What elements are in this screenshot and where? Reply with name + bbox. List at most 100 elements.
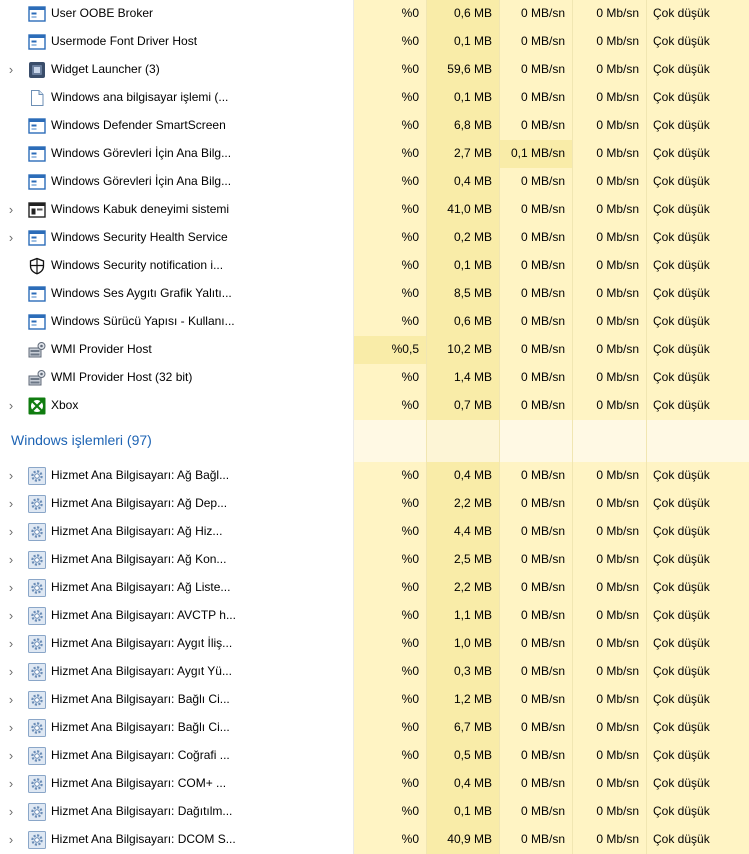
- power-usage-value: Çok düşük: [647, 84, 749, 112]
- process-name-cell[interactable]: › Hizmet Ana Bilgisayarı: AVCTP h...: [0, 602, 354, 630]
- process-row[interactable]: › Hizmet Ana Bilgisayarı: DCOM S... %0 40,9…: [0, 826, 749, 854]
- process-name-cell[interactable]: Windows Görevleri İçin Ana Bilg...: [0, 168, 354, 196]
- process-name-cell[interactable]: › Hizmet Ana Bilgisayarı: Ağ Hiz...: [0, 518, 354, 546]
- process-row[interactable]: › Hizmet Ana Bilgisayarı: Dağıtılm... %0 0,…: [0, 798, 749, 826]
- process-name-cell[interactable]: › Hizmet Ana Bilgisayarı: Aygıt İliş...: [0, 630, 354, 658]
- process-name-cell[interactable]: User OOBE Broker: [0, 0, 354, 28]
- process-row[interactable]: › Hizmet Ana Bilgisayarı: Coğrafi ... %0 0,…: [0, 742, 749, 770]
- chevron-right-icon[interactable]: ›: [5, 721, 17, 735]
- process-name-cell[interactable]: › Hizmet Ana Bilgisayarı: Ağ Kon...: [0, 546, 354, 574]
- process-name: Windows ana bilgisayar işlemi (...: [51, 90, 229, 104]
- process-name-cell[interactable]: › Widget Launcher (3): [0, 56, 354, 84]
- chevron-right-icon[interactable]: ›: [5, 525, 17, 539]
- network-value: 0 Mb/sn: [573, 280, 647, 308]
- chevron-right-icon[interactable]: ›: [5, 469, 17, 483]
- process-name-cell[interactable]: › Hizmet Ana Bilgisayarı: Ağ Liste...: [0, 574, 354, 602]
- group-name-cell[interactable]: Windows işlemleri (97): [0, 420, 354, 462]
- process-name-cell[interactable]: › Hizmet Ana Bilgisayarı: Dağıtılm...: [0, 798, 354, 826]
- process-row[interactable]: › Windows Security Health Service %0 0,2 MB…: [0, 224, 749, 252]
- process-row[interactable]: WMI Provider Host (32 bit) %0 1,4 MB 0 MB/s…: [0, 364, 749, 392]
- chevron-right-icon[interactable]: ›: [5, 637, 17, 651]
- process-row[interactable]: › Hizmet Ana Bilgisayarı: Bağlı Ci... %0 1,…: [0, 686, 749, 714]
- chevron-right-icon[interactable]: ›: [5, 749, 17, 763]
- process-row[interactable]: › Hizmet Ana Bilgisayarı: COM+ ... %0 0,4 M…: [0, 770, 749, 798]
- chevron-right-icon[interactable]: ›: [5, 581, 17, 595]
- process-row[interactable]: User OOBE Broker %0 0,6 MB 0 MB/sn 0 Mb/sn Ço…: [0, 0, 749, 28]
- process-name-cell[interactable]: › Hizmet Ana Bilgisayarı: Ağ Bağl...: [0, 462, 354, 490]
- chevron-right-icon[interactable]: ›: [5, 693, 17, 707]
- process-name: Windows Görevleri İçin Ana Bilg...: [51, 146, 232, 160]
- process-row[interactable]: › Widget Launcher (3) %0 59,6 MB 0 MB/sn 0 Mb…: [0, 56, 749, 84]
- chevron-right-icon[interactable]: ›: [5, 609, 17, 623]
- process-row[interactable]: › Hizmet Ana Bilgisayarı: Ağ Bağl... %0 0,4…: [0, 462, 749, 490]
- process-name-cell[interactable]: › Hizmet Ana Bilgisayarı: Bağlı Ci...: [0, 686, 354, 714]
- process-name-cell[interactable]: Usermode Font Driver Host: [0, 28, 354, 56]
- process-name-cell[interactable]: WMI Provider Host (32 bit): [0, 364, 354, 392]
- process-name-cell[interactable]: › Hizmet Ana Bilgisayarı: DCOM S...: [0, 826, 354, 854]
- process-row[interactable]: › Hizmet Ana Bilgisayarı: Aygıt İliş... %0…: [0, 630, 749, 658]
- chevron-right-icon[interactable]: ›: [5, 665, 17, 679]
- app-window-icon: [28, 285, 46, 303]
- process-name-cell[interactable]: Windows ana bilgisayar işlemi (...: [0, 84, 354, 112]
- process-name-cell[interactable]: › Hizmet Ana Bilgisayarı: Coğrafi ...: [0, 742, 354, 770]
- process-name: Hizmet Ana Bilgisayarı: Dağıtılm...: [51, 804, 233, 818]
- process-row[interactable]: › Hizmet Ana Bilgisayarı: Ağ Hiz... %0 4,4 …: [0, 518, 749, 546]
- process-row[interactable]: WMI Provider Host %0,5 10,2 MB 0 MB/sn 0 Mb/…: [0, 336, 749, 364]
- process-name-cell[interactable]: Windows Ses Aygıtı Grafik Yalıtı...: [0, 280, 354, 308]
- process-row[interactable]: › Hizmet Ana Bilgisayarı: Ağ Liste... %0 2,…: [0, 574, 749, 602]
- chevron-right-icon[interactable]: ›: [5, 497, 17, 511]
- network-value: 0 Mb/sn: [573, 462, 647, 490]
- process-name-cell[interactable]: Windows Görevleri İçin Ana Bilg...: [0, 140, 354, 168]
- gear-icon: [28, 495, 46, 513]
- process-row[interactable]: Windows Defender SmartScreen %0 6,8 MB 0 MB…: [0, 112, 749, 140]
- process-row[interactable]: › Hizmet Ana Bilgisayarı: Aygıt Yü... %0 0,…: [0, 658, 749, 686]
- process-row[interactable]: Windows Security notification i... %0 0,1 …: [0, 252, 749, 280]
- cpu-value: %0: [354, 84, 427, 112]
- process-name-cell[interactable]: Windows Defender SmartScreen: [0, 112, 354, 140]
- process-row[interactable]: › Windows Kabuk deneyimi sistemi %0 41,0 MB…: [0, 196, 749, 224]
- cpu-value: %0: [354, 280, 427, 308]
- group-title: Windows işlemleri (97): [11, 432, 152, 448]
- chevron-right-icon[interactable]: ›: [5, 203, 17, 217]
- shell-icon: [28, 201, 46, 219]
- process-name-cell[interactable]: › Xbox: [0, 392, 354, 420]
- process-row[interactable]: › Xbox %0 0,7 MB 0 MB/sn 0 Mb/sn Çok düşük: [0, 392, 749, 420]
- cpu-value: %0: [354, 140, 427, 168]
- chevron-right-icon[interactable]: ›: [5, 553, 17, 567]
- power-usage-value: Çok düşük: [647, 714, 749, 742]
- power-usage-value: Çok düşük: [647, 742, 749, 770]
- chevron-right-icon[interactable]: ›: [5, 231, 17, 245]
- app-window-icon: [28, 117, 46, 135]
- chevron-right-icon[interactable]: ›: [5, 805, 17, 819]
- process-row[interactable]: Windows Ses Aygıtı Grafik Yalıtı... %0 8,5…: [0, 280, 749, 308]
- process-name-cell[interactable]: › Hizmet Ana Bilgisayarı: Aygıt Yü...: [0, 658, 354, 686]
- process-row[interactable]: › Hizmet Ana Bilgisayarı: AVCTP h... %0 1,1…: [0, 602, 749, 630]
- process-name-cell[interactable]: › Windows Security Health Service: [0, 224, 354, 252]
- process-name-cell[interactable]: › Hizmet Ana Bilgisayarı: COM+ ...: [0, 770, 354, 798]
- cpu-value: %0: [354, 0, 427, 28]
- process-row[interactable]: Windows Görevleri İçin Ana Bilg... %0 0,4 …: [0, 168, 749, 196]
- memory-value: 2,2 MB: [427, 574, 500, 602]
- chevron-right-icon[interactable]: ›: [5, 399, 17, 413]
- process-name-cell[interactable]: › Hizmet Ana Bilgisayarı: Bağlı Ci...: [0, 714, 354, 742]
- process-row[interactable]: › Hizmet Ana Bilgisayarı: Bağlı Ci... %0 6,…: [0, 714, 749, 742]
- process-name-cell[interactable]: WMI Provider Host: [0, 336, 354, 364]
- process-name: Hizmet Ana Bilgisayarı: DCOM S...: [51, 832, 236, 846]
- process-row[interactable]: Windows Sürücü Yapısı - Kullanı... %0 0,6 …: [0, 308, 749, 336]
- disk-value: 0 MB/sn: [500, 56, 573, 84]
- process-row[interactable]: Usermode Font Driver Host %0 0,1 MB 0 MB/sn…: [0, 28, 749, 56]
- chevron-right-icon[interactable]: ›: [5, 63, 17, 77]
- wmi-icon: [28, 341, 46, 359]
- process-row[interactable]: Windows ana bilgisayar işlemi (... %0 0,1 …: [0, 84, 749, 112]
- process-name-cell[interactable]: › Windows Kabuk deneyimi sistemi: [0, 196, 354, 224]
- process-name-cell[interactable]: Windows Sürücü Yapısı - Kullanı...: [0, 308, 354, 336]
- process-row[interactable]: › Hizmet Ana Bilgisayarı: Ağ Kon... %0 2,5 …: [0, 546, 749, 574]
- group-header-windows-processes[interactable]: Windows işlemleri (97): [0, 420, 749, 462]
- process-row[interactable]: Windows Görevleri İçin Ana Bilg... %0 2,7 …: [0, 140, 749, 168]
- process-row[interactable]: › Hizmet Ana Bilgisayarı: Ağ Dep... %0 2,2 …: [0, 490, 749, 518]
- process-name-cell[interactable]: Windows Security notification i...: [0, 252, 354, 280]
- chevron-right-icon[interactable]: ›: [5, 777, 17, 791]
- chevron-right-icon[interactable]: ›: [5, 833, 17, 847]
- cpu-value: %0: [354, 826, 427, 854]
- process-name-cell[interactable]: › Hizmet Ana Bilgisayarı: Ağ Dep...: [0, 490, 354, 518]
